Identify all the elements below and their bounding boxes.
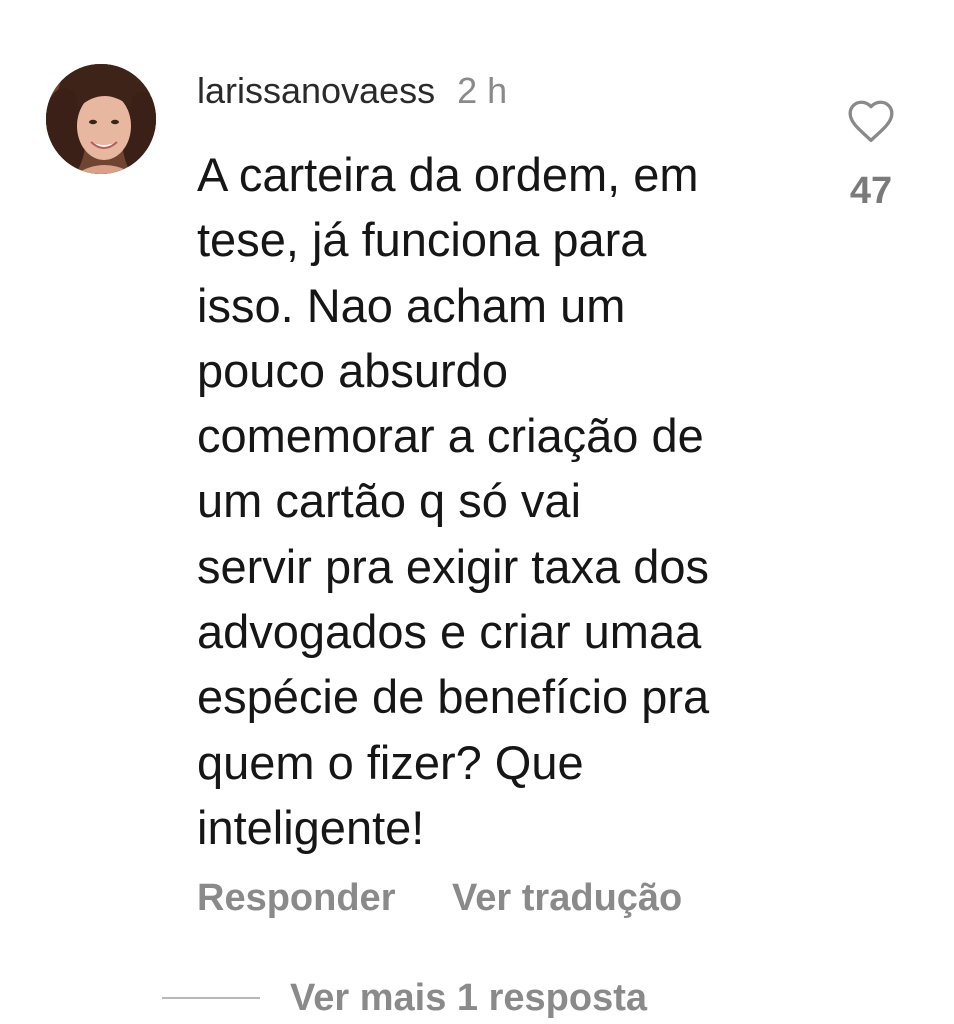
replies-divider [162, 997, 260, 999]
comment-text: A carteira da ordem, em tese, já funcion… [197, 142, 807, 860]
comment-line: tese, já funciona para [197, 213, 647, 267]
comment-header: larissanovaess 2 h [197, 66, 507, 116]
comment-actions: Responder Ver tradução [197, 870, 682, 926]
comment-line: pouco absurdo [197, 343, 508, 397]
comment-line: espécie de benefício pra [197, 670, 710, 724]
comment-line: um cartão q só vai [197, 474, 582, 528]
user-avatar-photo-icon [46, 64, 156, 174]
like-count: 47 [849, 170, 893, 212]
avatar[interactable] [46, 64, 156, 174]
comment-line: comemorar a criação de [197, 409, 704, 463]
username[interactable]: larissanovaess [197, 70, 435, 111]
comment-line: A carteira da ordem, em [197, 148, 699, 201]
view-more-replies-label: Ver mais 1 resposta [290, 977, 647, 1019]
like-control: 47 [836, 98, 906, 214]
reply-button[interactable]: Responder [197, 877, 395, 919]
comment-line: advogados e criar umaa [197, 605, 702, 659]
comment-line: quem o fizer? Que [197, 735, 584, 789]
heart-icon[interactable] [846, 98, 896, 144]
comment-line: servir pra exigir taxa dos [197, 539, 709, 593]
view-more-replies-button[interactable]: Ver mais 1 resposta [162, 972, 647, 1024]
see-translation-button[interactable]: Ver tradução [452, 877, 682, 919]
comment-line: isso. Nao acham um [197, 278, 626, 332]
timestamp: 2 h [457, 70, 508, 111]
comment-line: inteligente! [197, 800, 425, 854]
